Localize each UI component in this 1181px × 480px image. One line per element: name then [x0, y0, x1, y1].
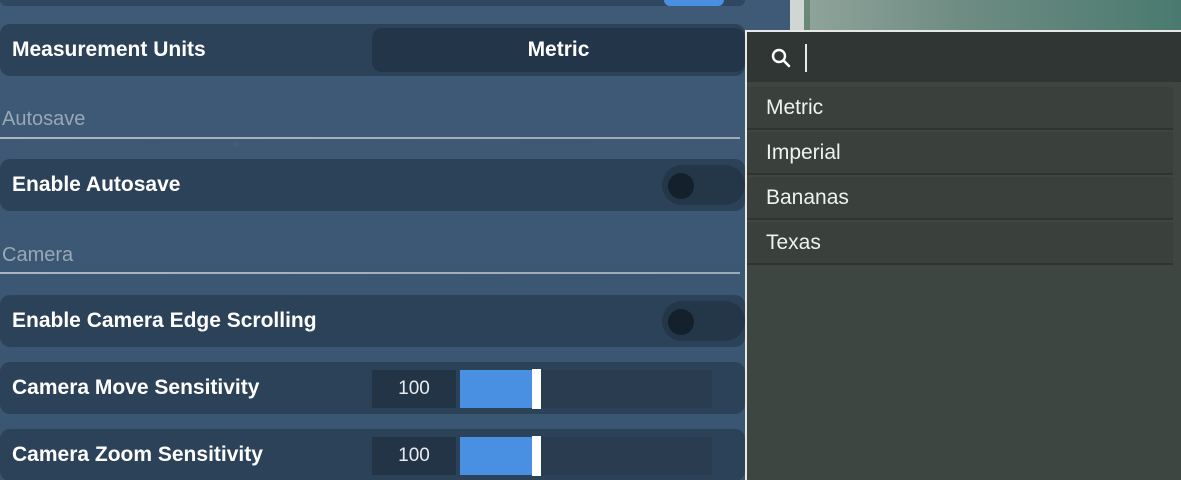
camera-zoom-sensitivity-row: Camera Zoom Sensitivity 100: [0, 429, 745, 480]
enable-autosave-row: Enable Autosave: [0, 159, 745, 211]
settings-panel: Measurement Units Metric Autosave Enable…: [0, 0, 790, 480]
camera-move-sensitivity-row: Camera Move Sensitivity 100: [0, 362, 745, 414]
search-icon: [771, 48, 791, 68]
dropdown-option-bananas[interactable]: Bananas: [747, 177, 1173, 220]
toggle-knob: [668, 309, 694, 335]
dropdown-option-metric[interactable]: Metric: [747, 87, 1173, 130]
camera-edge-scrolling-label: Enable Camera Edge Scrolling: [12, 309, 317, 332]
camera-move-sensitivity-label: Camera Move Sensitivity: [12, 376, 260, 399]
camera-edge-scrolling-toggle[interactable]: [662, 301, 745, 341]
camera-edge-scrolling-row: Enable Camera Edge Scrolling: [0, 295, 745, 347]
camera-move-sensitivity-slider[interactable]: [460, 369, 712, 409]
previous-row-fragment: [0, 0, 745, 6]
enable-autosave-label: Enable Autosave: [12, 173, 181, 196]
camera-zoom-sensitivity-slider[interactable]: [460, 436, 712, 476]
slider-fill: [460, 437, 536, 475]
section-divider: [0, 137, 740, 139]
measurement-units-label: Measurement Units: [12, 38, 206, 61]
enable-autosave-toggle[interactable]: [662, 165, 745, 205]
measurement-units-dropdown-popup: Metric Imperial Bananas Texas: [745, 30, 1181, 480]
section-title-camera: Camera: [2, 244, 74, 266]
slider-thumb[interactable]: [532, 436, 541, 476]
camera-zoom-sensitivity-label: Camera Zoom Sensitivity: [12, 443, 263, 466]
measurement-units-row: Measurement Units Metric: [0, 24, 745, 76]
camera-move-sensitivity-value[interactable]: 100: [372, 370, 456, 408]
camera-zoom-sensitivity-value[interactable]: 100: [372, 437, 456, 475]
slider-thumb[interactable]: [532, 369, 541, 409]
text-caret: [805, 44, 807, 72]
section-title-autosave: Autosave: [2, 108, 86, 130]
section-divider: [0, 272, 740, 274]
toggle-knob: [668, 173, 694, 199]
dropdown-option-texas[interactable]: Texas: [747, 222, 1173, 265]
previous-toggle-fragment[interactable]: [664, 0, 724, 6]
dropdown-option-imperial[interactable]: Imperial: [747, 132, 1173, 175]
slider-fill: [460, 370, 536, 408]
dropdown-search-input[interactable]: [747, 32, 1181, 82]
measurement-units-dropdown[interactable]: Metric: [372, 28, 745, 72]
